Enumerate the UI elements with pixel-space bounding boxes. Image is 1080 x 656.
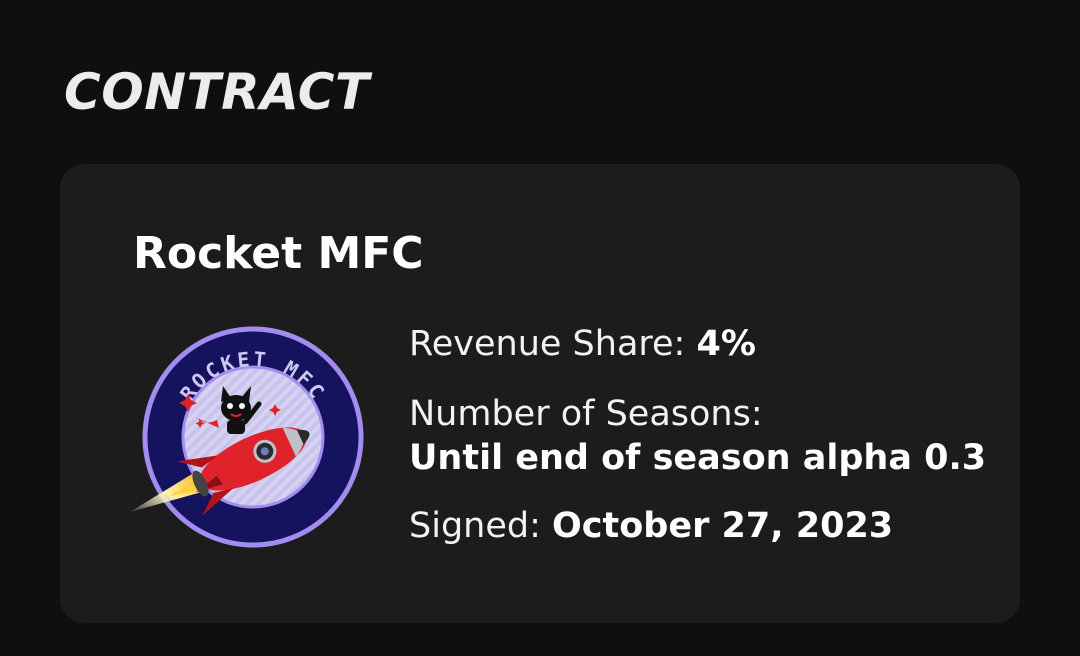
contract-card: Rocket MFC ROCKET MFC Revenue Share: 4% …: [60, 164, 1020, 623]
club-name: Rocket MFC: [133, 228, 424, 279]
signed-date: October 27, 2023: [552, 506, 894, 546]
section-title: CONTRACT: [64, 63, 370, 121]
seasons-value-row: Until end of season alpha 0.3: [409, 436, 986, 480]
contract-page: CONTRACT Rocket MFC ROCKET MFC Revenue S…: [0, 0, 1080, 656]
club-logo: ROCKET MFC: [130, 324, 376, 550]
seasons-label-row: Number of Seasons:: [409, 392, 763, 436]
revenue-share-value: 4%: [696, 324, 756, 364]
seasons-label: Number of Seasons:: [409, 394, 763, 434]
signed-label: Signed:: [409, 506, 541, 546]
rocket-mfc-logo-icon: ROCKET MFC: [130, 326, 364, 548]
signed-row: Signed: October 27, 2023: [409, 504, 893, 548]
revenue-share-row: Revenue Share: 4%: [409, 322, 756, 366]
seasons-value: Until end of season alpha 0.3: [409, 438, 987, 478]
revenue-share-label: Revenue Share:: [409, 324, 686, 364]
